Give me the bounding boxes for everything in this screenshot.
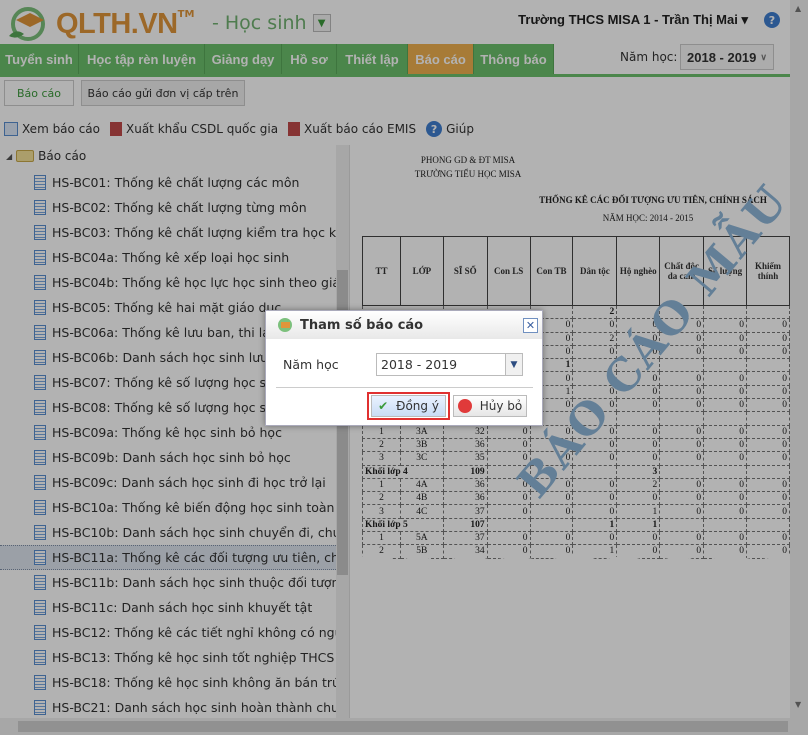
report-params-dialog: Tham số báo cáo ✕ Năm học 2018 - 2019 ▼ ✔…	[265, 310, 543, 426]
divider	[276, 387, 533, 388]
dialog-title: Tham số báo cáo	[300, 317, 424, 333]
close-button[interactable]: ✕	[523, 318, 538, 333]
chevron-down-icon: ▼	[505, 354, 522, 375]
ok-button[interactable]: ✔ Đồng ý	[371, 395, 446, 417]
cancel-button[interactable]: Hủy bỏ	[453, 395, 527, 417]
year-field-label: Năm học	[283, 357, 339, 372]
check-icon: ✔	[378, 399, 389, 413]
cancel-icon	[457, 399, 472, 413]
year-field-select[interactable]: 2018 - 2019 ▼	[376, 353, 523, 376]
report-icon	[278, 318, 292, 332]
